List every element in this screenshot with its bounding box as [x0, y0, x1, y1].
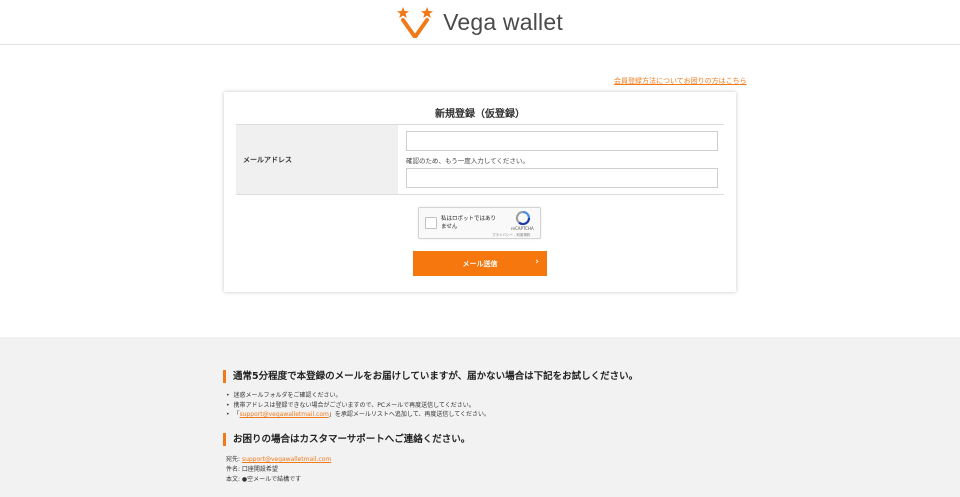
email-confirm-input[interactable]: [406, 168, 718, 188]
tip-text: 迷惑メールフォルダをご確認ください。: [233, 392, 342, 399]
to-label: 宛先:: [226, 456, 242, 463]
support-contact-info: 宛先: support@vegawalletmail.com 件名: 口座開設希…: [226, 455, 331, 485]
chevron-right-icon: ›: [535, 257, 539, 267]
contact-subject: 件名: 口座開設希望: [226, 466, 278, 473]
email-input[interactable]: [406, 131, 718, 151]
registration-help-link[interactable]: 会員登録方法についてお困りの方はこちら: [614, 76, 747, 86]
recaptcha-brand: reCAPTCHA: [511, 226, 534, 231]
list-item: 迷惑メールフォルダをご確認ください。: [226, 391, 490, 401]
logo-text: Vega wallet: [443, 8, 563, 35]
contact-to-line: 宛先: support@vegawalletmail.com: [226, 455, 331, 465]
form-title: 新規登録（仮登録）: [435, 109, 525, 120]
footer-heading-delivery: 通常5分程度で本登録のメールをお届けしていますが、届かない場合は下記をお試しくだ…: [223, 370, 638, 383]
help-footer: 通常5分程度で本登録のメールをお届けしていますが、届かない場合は下記をお試しくだ…: [0, 337, 960, 497]
list-item: 携帯アドレスは登録できない場合がございますので、PCメールで再度送信してください…: [226, 401, 490, 411]
vega-wallet-logo[interactable]: Vega wallet: [397, 6, 563, 38]
recaptcha-checkbox[interactable]: [425, 217, 437, 229]
confirm-hint: 確認のため、もう一度入力してください。: [406, 157, 529, 165]
recaptcha-widget: 私はロボットではありません reCAPTCHA プライバシー - 利用規約: [418, 207, 541, 239]
contact-body: 本文: ●空メールで結構です: [226, 476, 302, 483]
tip-suffix: 」を承認メールリストへ追加して、再度送信してください。: [328, 411, 491, 418]
email-label: メールアドレス: [243, 156, 292, 164]
list-item: 「support@vegawalletmail.com」を承認メールリストへ追加…: [226, 410, 491, 420]
send-mail-button[interactable]: メール送信 ›: [413, 251, 547, 276]
email-label-cell: メールアドレス: [236, 125, 398, 194]
recaptcha-label: 私はロボットではありません: [441, 216, 497, 230]
divider: [236, 194, 724, 195]
recaptcha-terms-link[interactable]: プライバシー - 利用規約: [492, 233, 530, 238]
logo-stars-icon: [397, 7, 434, 38]
footer-heading-support: お困りの場合はカスタマーサポートへご連絡ください。: [223, 433, 470, 446]
contact-email-link[interactable]: support@vegawalletmail.com: [242, 456, 331, 463]
support-email-link[interactable]: support@vegawalletmail.com: [240, 411, 329, 418]
site-header: Vega wallet: [0, 0, 960, 45]
tip-text: 携帯アドレスは登録できない場合がございますので、PCメールで再度送信してください…: [233, 401, 475, 409]
recaptcha-logo-icon: [515, 211, 531, 225]
delivery-tips-list: 迷惑メールフォルダをご確認ください。 携帯アドレスは登録できない場合がございます…: [226, 391, 491, 420]
send-mail-label: メール送信: [462, 260, 498, 268]
